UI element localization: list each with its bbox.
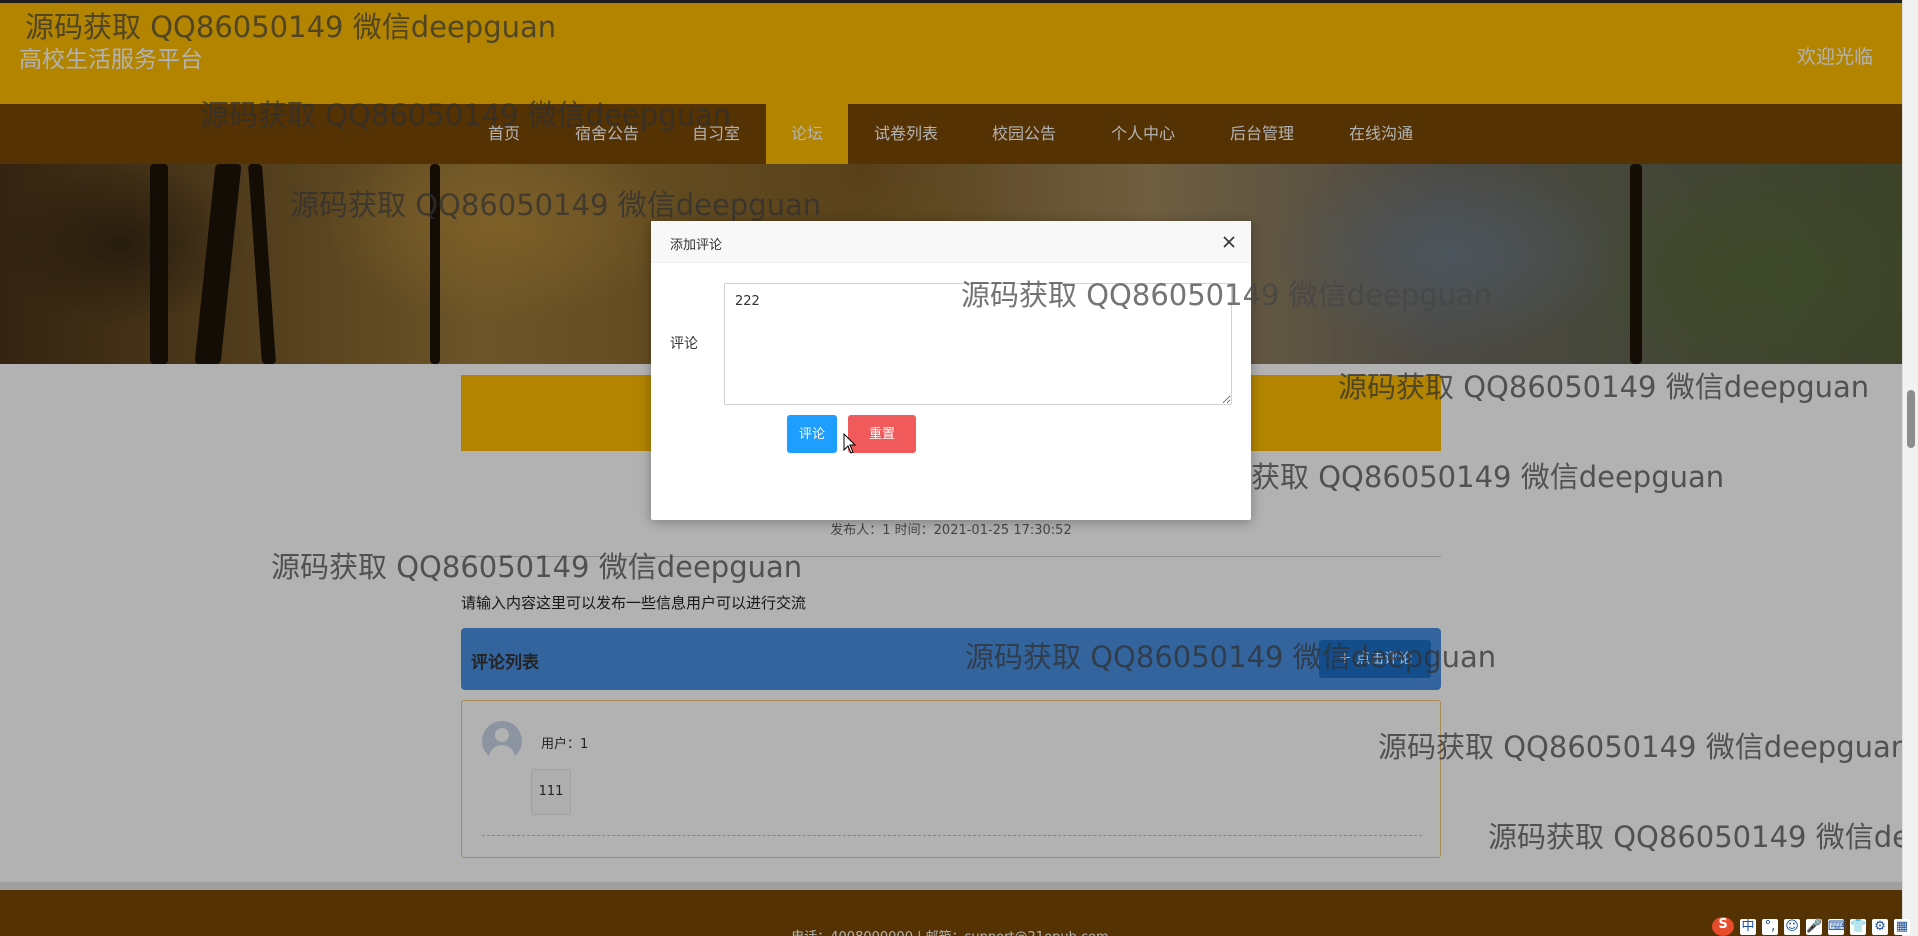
- close-icon[interactable]: [1219, 232, 1239, 252]
- watermark: 源码获取 QQ86050149 微信deepguan: [961, 278, 1493, 312]
- sogou-ime-icon[interactable]: S: [1712, 917, 1734, 936]
- emoji-icon[interactable]: ☺: [1784, 918, 1800, 935]
- punctuation-icon[interactable]: °,: [1762, 918, 1778, 935]
- mouse-cursor-icon: [843, 433, 857, 454]
- grid-icon[interactable]: ▦: [1894, 918, 1910, 935]
- dialog-header: 添加评论: [651, 221, 1251, 263]
- system-tray: S 中 °, ☺ 🎤 ⌨ 👕 ⚙ ▦: [1712, 917, 1910, 936]
- tools-icon[interactable]: ⚙: [1872, 918, 1888, 935]
- add-comment-dialog: 添加评论 评论 评论 重置: [651, 221, 1251, 520]
- chinese-mode-icon[interactable]: 中: [1740, 918, 1756, 935]
- reset-button[interactable]: 重置: [848, 415, 916, 453]
- page-scrollbar[interactable]: [1902, 0, 1918, 936]
- comment-field-label: 评论: [670, 336, 698, 352]
- microphone-icon[interactable]: 🎤: [1806, 918, 1822, 935]
- skin-icon[interactable]: 👕: [1850, 918, 1866, 935]
- keyboard-icon[interactable]: ⌨: [1828, 918, 1847, 935]
- scrollbar-thumb[interactable]: [1907, 390, 1915, 448]
- dialog-title: 添加评论: [670, 238, 723, 253]
- submit-comment-button[interactable]: 评论: [787, 415, 837, 453]
